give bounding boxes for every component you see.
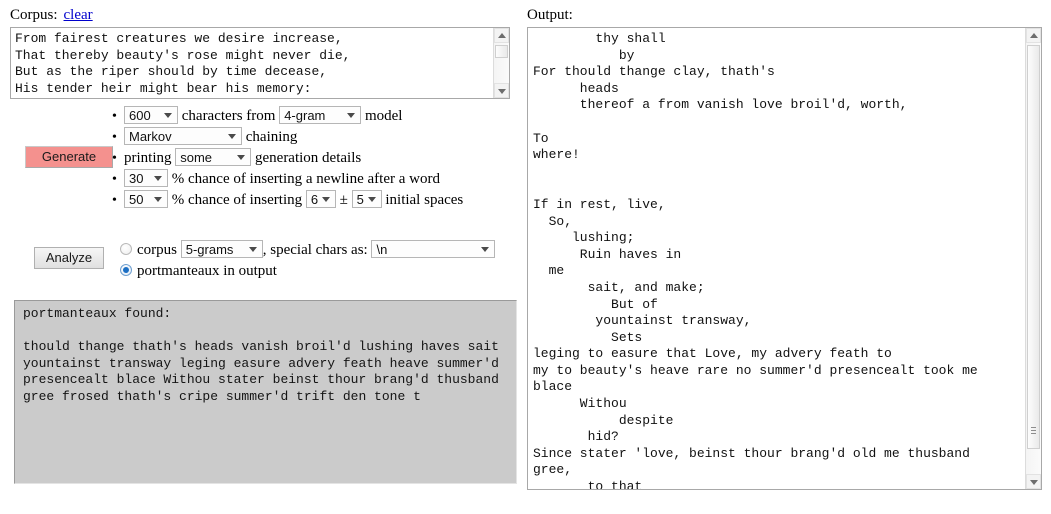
output-label: Output:	[527, 7, 573, 23]
generation-details-label: generation details	[255, 150, 362, 166]
initial-spaces-label: initial spaces	[385, 192, 464, 208]
corpus-label-row: Corpus: clear	[10, 6, 520, 24]
chevron-down-icon	[237, 155, 246, 160]
chevron-down-icon	[321, 197, 330, 202]
output-text-content: thy shall by For thould thange clay, tha…	[533, 31, 978, 490]
ngram-model-value: 4-gram	[284, 108, 326, 123]
radio-portmanteaux[interactable]	[120, 264, 132, 276]
corpus-scroll-down-arrow-icon[interactable]	[494, 83, 509, 98]
generate-options-list: 600 characters from 4-gram model Markov …	[108, 106, 463, 211]
char-count-value: 600	[129, 108, 151, 123]
generate-option-spaces: 50 % chance of inserting 6 ± 5 initial s…	[112, 190, 464, 211]
corpus-scroll-up-arrow-icon[interactable]	[494, 28, 509, 43]
ngram-model-select[interactable]: 4-gram	[279, 106, 362, 124]
chevron-down-icon	[154, 197, 162, 202]
chevron-down-icon	[228, 134, 236, 139]
portmanteaux-results-panel: portmanteaux found: thould thange thath'…	[14, 300, 517, 484]
chaining-mode-value: Markov	[129, 129, 172, 144]
generate-button[interactable]: Generate	[25, 146, 113, 168]
corpus-label: Corpus:	[10, 7, 58, 23]
portmanteaux-results-text: portmanteaux found: thould thange thath'…	[23, 306, 499, 404]
portmanteaux-option-label: portmanteaux in output	[137, 263, 277, 279]
output-textarea[interactable]: thy shall by For thould thange clay, tha…	[527, 27, 1042, 490]
newline-chance-value: 30	[129, 171, 144, 186]
printing-label: printing	[124, 150, 172, 166]
output-scrollbar[interactable]	[1025, 28, 1041, 489]
radio-corpus[interactable]	[120, 243, 132, 255]
analyze-option-portmanteaux-row: portmanteaux in output	[120, 261, 277, 282]
special-chars-label: , special chars as:	[262, 242, 368, 258]
chevron-down-icon	[481, 247, 490, 252]
corpus-textarea[interactable]: From fairest creatures we desire increas…	[10, 27, 510, 99]
generate-option-chaining: Markov chaining	[112, 127, 463, 148]
output-section: Output: thy shall by For thould thange c…	[527, 6, 1043, 490]
corpus-section: Corpus: clear From fairest creatures we d…	[10, 6, 520, 99]
special-chars-select[interactable]: \n	[371, 240, 496, 258]
analyze-button[interactable]: Analyze	[34, 247, 104, 269]
characters-from-label: characters from	[181, 108, 276, 124]
chevron-down-icon	[164, 113, 172, 118]
corpus-scrollbar[interactable]	[493, 28, 509, 98]
generate-option-length: 600 characters from 4-gram model	[112, 106, 463, 127]
spaces-variance-select[interactable]: 5	[351, 190, 382, 208]
output-scroll-up-arrow-icon[interactable]	[1026, 28, 1041, 43]
initial-spaces-select[interactable]: 6	[305, 190, 336, 208]
chaining-mode-select[interactable]: Markov	[124, 127, 242, 145]
corpus-ngram-select[interactable]: 5-grams	[180, 240, 263, 258]
spaces-chance-label: % chance of inserting	[171, 192, 303, 208]
chevron-down-icon	[248, 247, 257, 252]
output-scroll-thumb[interactable]	[1027, 45, 1040, 449]
newline-chance-label: % chance of inserting a newline after a …	[171, 171, 440, 187]
special-chars-value: \n	[376, 242, 388, 257]
generate-option-printing: printing some generation details	[112, 148, 463, 169]
model-label: model	[364, 108, 403, 124]
chaining-label: chaining	[245, 129, 298, 145]
initial-spaces-value: 6	[310, 192, 319, 207]
corpus-ngram-value: 5-grams	[185, 242, 234, 257]
detail-level-value: some	[180, 150, 213, 165]
spaces-variance-value: 5	[356, 192, 364, 207]
char-count-select[interactable]: 600	[124, 106, 178, 124]
analyze-controls: Analyze corpus 5-grams , special chars a…	[10, 238, 520, 286]
output-scroll-down-arrow-icon[interactable]	[1026, 474, 1041, 489]
corpus-scroll-thumb[interactable]	[495, 45, 508, 58]
generate-controls: Generate 600 characters from 4-gram mode…	[10, 106, 520, 212]
generate-option-newline: 30 % chance of inserting a newline after…	[112, 169, 463, 190]
spaces-chance-select[interactable]: 50	[124, 190, 168, 208]
spaces-chance-value: 50	[129, 192, 144, 207]
chevron-down-icon	[367, 197, 376, 202]
analyze-option-corpus-row: corpus 5-grams , special chars as: \n	[120, 240, 496, 261]
chevron-down-icon	[347, 113, 356, 118]
corpus-option-label: corpus	[137, 242, 177, 258]
corpus-clear-link[interactable]: clear	[64, 7, 93, 23]
detail-level-select[interactable]: some	[175, 148, 252, 166]
newline-chance-select[interactable]: 30	[124, 169, 168, 187]
chevron-down-icon	[154, 176, 162, 181]
output-scroll-thumb-grip	[1031, 427, 1036, 434]
plus-minus-symbol: ±	[339, 192, 348, 208]
corpus-text-content: From fairest creatures we desire increas…	[15, 31, 351, 96]
